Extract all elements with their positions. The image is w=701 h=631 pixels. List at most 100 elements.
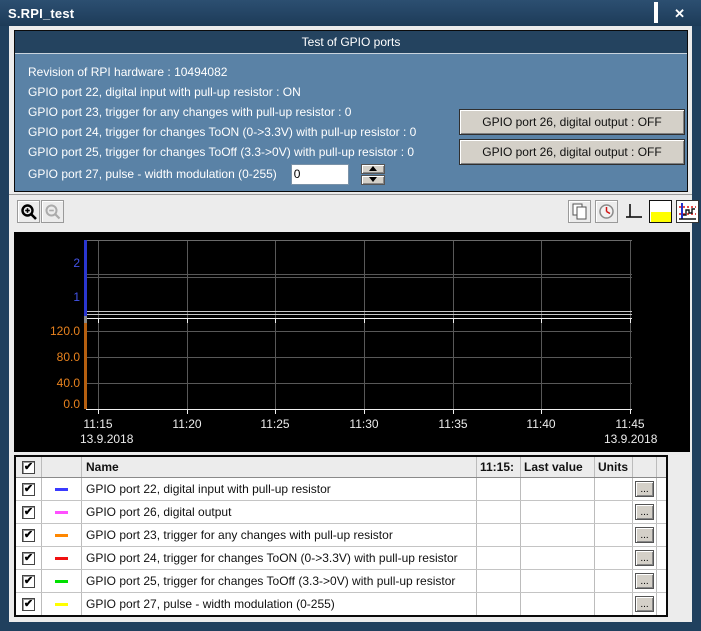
axis-tick [98,319,99,323]
x-tick-label: 11:40 [519,417,563,431]
series-color-swatch [55,534,68,537]
series-last-value [521,593,595,615]
filler-column [657,593,666,615]
table-row: GPIO port 27, pulse - width modulation (… [16,593,666,615]
table-row: GPIO port 24, trigger for changes ToON (… [16,547,666,570]
pwm-spinner-down-button[interactable] [361,175,385,185]
time-column-header: 11:15: [477,457,521,477]
grid-line [86,311,632,312]
axis-tick [541,319,542,323]
series-checkbox[interactable] [22,552,35,565]
grid-line [86,331,632,332]
series-detail-button[interactable]: ... [635,550,654,566]
close-button[interactable]: ✕ [674,7,685,20]
grid-line [86,240,632,241]
info-line-revision: Revision of RPI hardware : 10494082 [28,62,687,82]
series-color-swatch [55,511,68,514]
axis-tick [364,319,365,323]
series-checkbox[interactable] [22,506,35,519]
panel-title: Test of GPIO ports [15,31,687,54]
axis-tick [630,319,631,323]
legend-header-row: Name 11:15: Last value Units [16,457,666,478]
arrow-up-icon [369,166,377,171]
detail-column-header [633,457,657,477]
filler-column [657,457,666,477]
axis-joint [84,316,87,323]
maximize-button[interactable] [654,4,658,22]
curve-style-icon [678,202,697,221]
series-name: GPIO port 24, trigger for changes ToON (… [82,547,477,569]
axis-tick [187,319,188,323]
x-axis-line [86,409,632,410]
table-row: GPIO port 22, digital input with pull-up… [16,478,666,501]
y-tick-label: 40.0 [32,376,80,390]
y-tick-label: 0.0 [32,397,80,411]
zoom-out-button[interactable] [41,200,64,223]
series-last-value [521,501,595,523]
axis-tick [187,410,188,414]
series-detail-button[interactable]: ... [635,596,654,612]
x-tick-label: 11:45 [608,417,652,431]
last-value-column-header: Last value [521,457,595,477]
window-controls: ✕ [654,0,685,26]
table-row: GPIO port 23, trigger for any changes wi… [16,524,666,547]
series-last-value [521,547,595,569]
y-tick-label: 1 [32,290,80,304]
grid-line [86,383,632,384]
x-tick-label: 11:35 [431,417,475,431]
grid-line [86,314,632,315]
series-units [595,593,633,615]
trend-chart[interactable]: 2 1 120.0 80.0 40.0 0.0 11:15 11:20 11:2… [14,232,690,452]
series-last-value [521,524,595,546]
gpio26-output-button-1[interactable]: GPIO port 26, digital output : OFF [459,109,685,135]
gpio26-output-button-2[interactable]: GPIO port 26, digital output : OFF [459,139,685,165]
series-checkbox[interactable] [22,575,35,588]
series-time-value [477,593,521,615]
title-bar: S.RPI_test ✕ [0,0,701,26]
copy-button[interactable] [568,200,591,223]
y-tick-label: 120.0 [32,324,80,338]
select-all-checkbox[interactable] [22,461,35,474]
pwm-value-input[interactable] [291,164,349,185]
filler-column [657,501,666,523]
series-checkbox[interactable] [22,598,35,611]
copy-icon [572,203,588,220]
pwm-spinner-up-button[interactable] [361,164,385,174]
realtime-clock-button[interactable] [595,200,618,223]
series-last-value [521,478,595,500]
series-checkbox[interactable] [22,529,35,542]
series-last-value [521,570,595,592]
axis-tick [541,410,542,414]
x-tick-label: 11:30 [342,417,386,431]
legend-colors-button[interactable] [649,200,672,223]
series-time-value [477,570,521,592]
x-tick-label: 11:25 [253,417,297,431]
series-detail-button[interactable]: ... [635,481,654,497]
series-name: GPIO port 22, digital input with pull-up… [82,478,477,500]
axis-tick [364,410,365,414]
series-checkbox[interactable] [22,483,35,496]
axes-button[interactable] [622,200,645,223]
app-window: { "window": { "title": "S.RPI_test", "cl… [0,0,701,631]
maximize-icon [654,2,658,23]
table-row: GPIO port 26, digital output ... [16,501,666,524]
series-detail-button[interactable]: ... [635,504,654,520]
y-axis-analog [84,323,87,409]
y-axis-digital [84,240,87,316]
series-name: GPIO port 27, pulse - width modulation (… [82,593,477,615]
zoom-in-button[interactable] [17,200,40,223]
curve-style-button[interactable] [676,200,699,223]
info-line-port22: GPIO port 22, digital input with pull-up… [28,82,687,102]
axis-tick [275,319,276,323]
grid-line [86,357,632,358]
digital-axis-line [86,318,632,319]
series-time-value [477,524,521,546]
pwm-spinner [361,164,385,185]
series-time-value [477,547,521,569]
filler-column [657,524,666,546]
series-detail-button[interactable]: ... [635,527,654,543]
color-column-header [42,457,82,477]
y-tick-label: 2 [32,256,80,270]
series-detail-button[interactable]: ... [635,573,654,589]
series-units [595,501,633,523]
